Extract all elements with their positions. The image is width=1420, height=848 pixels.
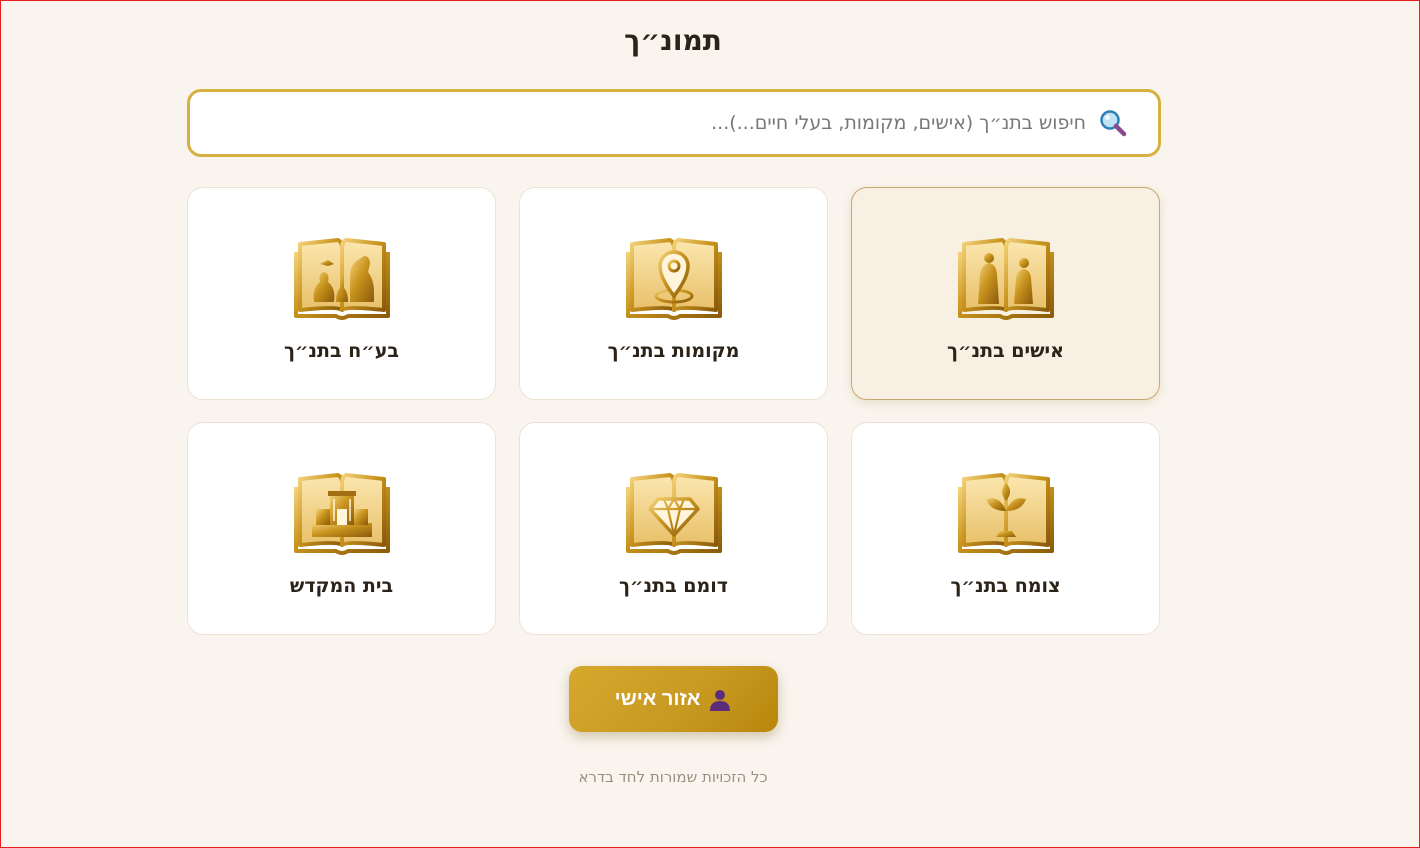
- search-icon: [1100, 110, 1127, 137]
- book-location-pin-icon: [625, 238, 722, 320]
- category-label: בית המקדש: [289, 575, 394, 597]
- book-plant-icon: [957, 473, 1054, 555]
- book-people-icon: [957, 238, 1054, 320]
- category-card-places[interactable]: מקומות בתנ״ך: [519, 187, 828, 400]
- page-title: תמונ״ך: [624, 24, 722, 57]
- category-card-temple[interactable]: בית המקדש: [187, 422, 496, 635]
- category-card-people[interactable]: אישים בתנ״ך: [851, 187, 1160, 400]
- search-bar[interactable]: [187, 89, 1161, 157]
- personal-area-label: אזור אישי: [614, 687, 701, 710]
- category-card-minerals[interactable]: דומם בתנ״ך: [519, 422, 828, 635]
- category-grid: אישים בתנ״ך מקומות בתנ״ך בע״ח בתנ״ך צומח…: [187, 187, 1161, 637]
- book-animals-icon: [293, 238, 390, 320]
- category-card-animals[interactable]: בע״ח בתנ״ך: [187, 187, 496, 400]
- user-icon: [710, 690, 731, 711]
- category-label: אישים בתנ״ך: [947, 340, 1064, 362]
- category-label: בע״ח בתנ״ך: [283, 340, 400, 362]
- category-label: מקומות בתנ״ך: [607, 340, 740, 362]
- category-label: דומם בתנ״ך: [619, 575, 728, 597]
- category-card-plants[interactable]: צומח בתנ״ך: [851, 422, 1160, 635]
- category-label: צומח בתנ״ך: [950, 575, 1061, 597]
- book-temple-icon: [293, 473, 390, 555]
- personal-area-button[interactable]: אזור אישי: [569, 666, 778, 732]
- footer-copyright: כל הזכויות שמורות לחד בדרא: [578, 768, 768, 786]
- search-input[interactable]: [190, 102, 1088, 144]
- book-diamond-icon: [625, 473, 722, 555]
